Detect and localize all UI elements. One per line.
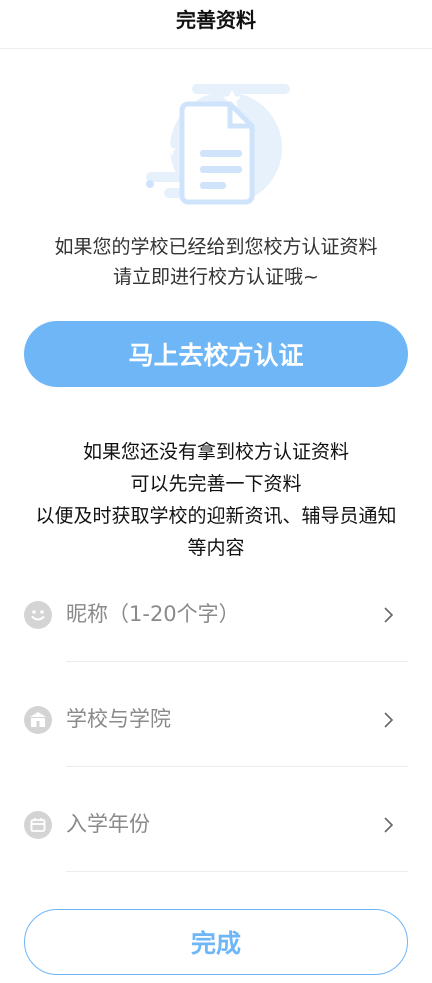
divider (66, 871, 408, 872)
calendar-icon (24, 811, 52, 839)
info-line-2: 可以先完善一下资料 (130, 473, 302, 495)
intro-line-2: 请立即进行校方认证哦~ (113, 266, 319, 288)
school-auth-button[interactable]: 马上去校方认证 (24, 321, 408, 387)
chevron-right-icon (384, 817, 394, 833)
done-button[interactable]: 完成 (24, 909, 408, 975)
smiley-icon (24, 601, 52, 629)
info-line-3: 以便及时获取学校的迎新资讯、辅导员通知 (35, 505, 397, 527)
complete-profile-page: 完善资料 如果您的学校已经给到您校方认证资料 请立即进行校方认证哦~ 马上去校方… (0, 0, 432, 983)
info-line-1: 如果您还没有拿到校方认证资料 (82, 441, 349, 463)
nickname-label: 昵称（1-20个字） (66, 602, 240, 626)
enrollment-year-label: 入学年份 (66, 812, 150, 836)
page-title: 完善资料 (176, 7, 256, 32)
enrollment-year-row[interactable]: 入学年份 (0, 767, 432, 872)
chevron-right-icon (384, 607, 394, 623)
school-label: 学校与学院 (66, 707, 171, 731)
nickname-row[interactable]: 昵称（1-20个字） (0, 557, 432, 662)
info-text: 如果您还没有拿到校方认证资料 可以先完善一下资料 以便及时获取学校的迎新资讯、辅… (0, 436, 432, 564)
chevron-right-icon (384, 712, 394, 728)
intro-line-1: 如果您的学校已经给到您校方认证资料 (54, 236, 378, 258)
intro-text: 如果您的学校已经给到您校方认证资料 请立即进行校方认证哦~ (0, 232, 432, 292)
school-building-icon (24, 706, 52, 734)
school-row[interactable]: 学校与学院 (0, 662, 432, 767)
document-illustration-icon (146, 84, 290, 205)
header: 完善资料 (0, 0, 432, 49)
